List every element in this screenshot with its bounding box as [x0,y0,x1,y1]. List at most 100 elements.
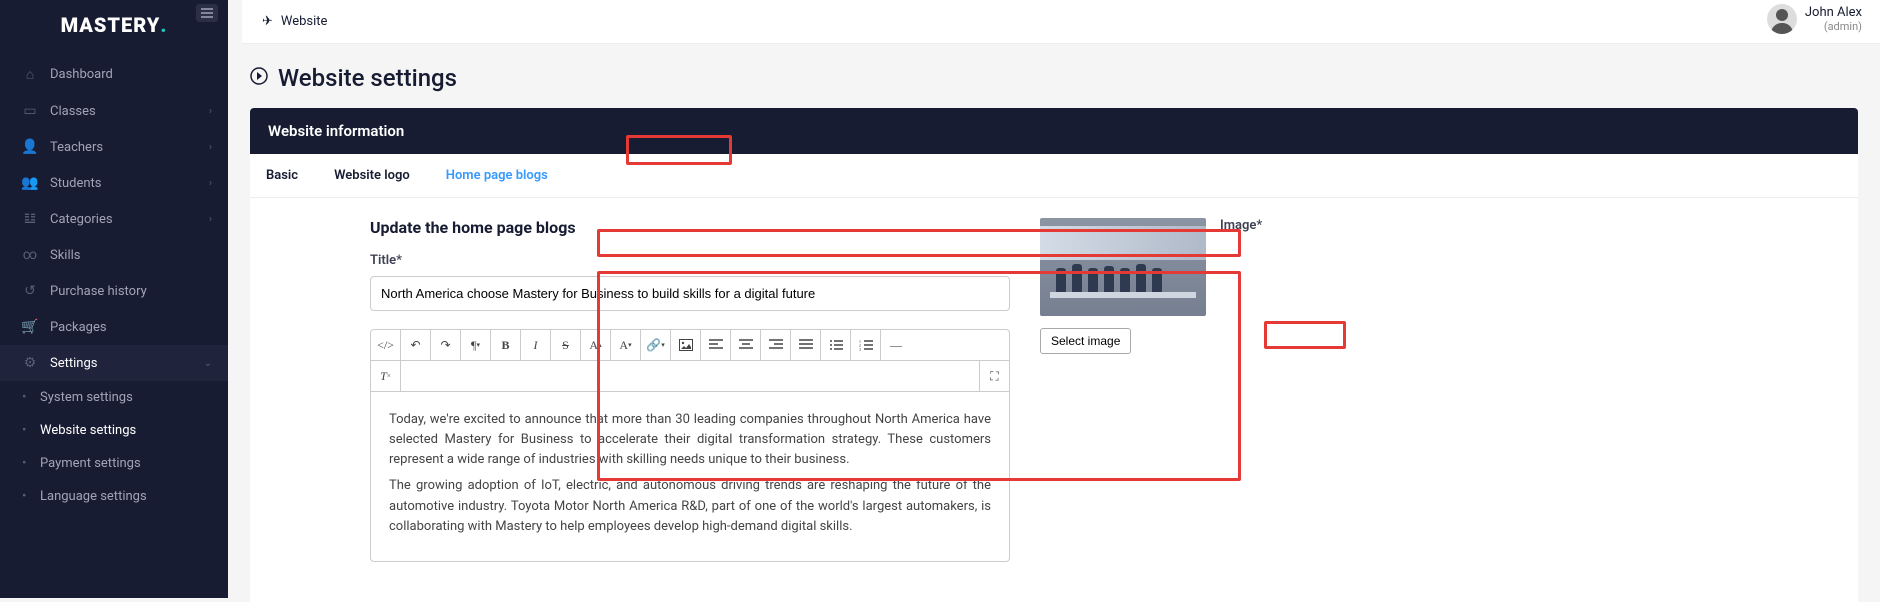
main: ✈ Website John Alex (admin) Website sett… [228,0,1880,602]
title-label: Title* [370,253,1010,268]
tool-redo[interactable]: ↷ [431,330,461,360]
form-heading: Update the home page blogs [370,218,1010,237]
topbar: ✈ Website John Alex (admin) [242,0,1880,44]
tool-font-up[interactable]: A▴ [581,330,611,360]
tab-label: Home page blogs [446,168,548,183]
tool-align-left[interactable] [701,330,731,360]
editor-body[interactable]: Today, we're excited to announce that mo… [371,392,1009,561]
title-input[interactable] [370,276,1010,311]
editor-paragraph: The growing adoption of IoT, electric, a… [389,476,991,536]
tool-font-down[interactable]: A▾ [611,330,641,360]
tabs: Basic Website logo Home page blogs [250,154,1858,198]
cloud-icon: ∞ [18,247,42,263]
select-image-button[interactable]: Select image [1040,328,1131,354]
nav: ⌂ Dashboard ▭ Classes › 👤 Teachers › 👥 S… [0,50,228,513]
editor-toolbar-2: T× ⛶ [371,361,1009,392]
editor-paragraph: Today, we're excited to announce that mo… [389,410,991,470]
avatar [1767,4,1797,34]
select-image-label: Select image [1051,334,1120,348]
panel: Update the home page blogs Title* </> ↶ … [250,198,1858,602]
sidebar-item-skills[interactable]: ∞ Skills [0,237,228,273]
sidebar-item-label: Settings [50,356,97,371]
cart-icon: 🛒 [18,319,42,335]
breadcrumb: ✈ Website [262,14,327,29]
logo: MASTERY. [0,0,228,50]
sidebar-item-label: Skills [50,248,81,263]
card-header: Website information [250,108,1858,154]
rich-text-editor: </> ↶ ↷ ¶▾ B I S A▴ A▾ 🔗▾ [370,329,1010,562]
tab-home-page-blogs[interactable]: Home page blogs [440,154,554,197]
board-icon: ▭ [18,103,42,119]
user-role: (admin) [1805,20,1862,33]
tool-align-justify[interactable] [791,330,821,360]
sidebar-item-label: Classes [50,104,96,119]
tool-italic[interactable]: I [521,330,551,360]
circle-arrow-icon [250,67,268,89]
sidebar-sub-label: Website settings [40,423,136,438]
sidebar-item-teachers[interactable]: 👤 Teachers › [0,129,228,165]
image-label: Image* [1220,218,1262,233]
tab-website-logo[interactable]: Website logo [328,154,416,197]
user-icon: 👤 [18,139,42,155]
chevron-right-icon: › [209,214,212,225]
tool-code[interactable]: </> [371,330,401,360]
tool-paragraph[interactable]: ¶▾ [461,330,491,360]
sidebar-item-students[interactable]: 👥 Students › [0,165,228,201]
user-menu[interactable]: John Alex (admin) [1767,4,1862,34]
sidebar-item-dashboard[interactable]: ⌂ Dashboard [0,56,228,93]
tool-clear-format[interactable]: T× [371,361,401,391]
sidebar-sub-label: Language settings [40,489,147,504]
sidebar-item-label: Packages [50,320,107,335]
content: Website settings Website information Bas… [228,50,1880,602]
tab-label: Website logo [334,168,410,183]
sidebar-item-label: Purchase history [50,284,147,299]
sidebar-item-purchase-history[interactable]: ↺ Purchase history [0,273,228,309]
users-icon: 👥 [18,175,42,191]
chevron-right-icon: › [209,178,212,189]
tool-strike[interactable]: S [551,330,581,360]
tool-list-ol[interactable]: 123 [851,330,881,360]
tool-list-ul[interactable] [821,330,851,360]
tool-fullscreen[interactable]: ⛶ [979,361,1009,391]
sidebar-sub-website-settings[interactable]: Website settings [0,414,228,447]
sidebar-sub-language-settings[interactable]: Language settings [0,480,228,513]
page-title: Website settings [278,64,457,92]
tool-hr[interactable]: — [881,330,911,360]
sidebar-item-label: Dashboard [50,67,113,82]
sidebar-item-label: Students [50,176,102,191]
sidebar-item-categories[interactable]: 𝌭 Categories › [0,201,228,237]
tool-align-right[interactable] [761,330,791,360]
svg-text:3: 3 [859,347,861,352]
image-preview [1040,218,1206,316]
tool-bold[interactable]: B [491,330,521,360]
sidebar-sub-payment-settings[interactable]: Payment settings [0,447,228,480]
breadcrumb-text: Website [281,14,328,29]
sidebar: MASTERY. ⌂ Dashboard ▭ Classes › 👤 Teach… [0,0,228,598]
chevron-right-icon: › [209,106,212,117]
editor-toolbar: </> ↶ ↷ ¶▾ B I S A▴ A▾ 🔗▾ [371,330,1009,361]
logo-dot: . [160,13,167,37]
sidebar-sub-label: Payment settings [40,456,141,471]
tool-image[interactable] [671,330,701,360]
tab-basic[interactable]: Basic [260,154,304,197]
tool-align-center[interactable] [731,330,761,360]
tool-undo[interactable]: ↶ [401,330,431,360]
history-icon: ↺ [18,283,42,299]
gear-icon: ⚙ [18,355,42,371]
tool-link[interactable]: 🔗▾ [641,330,671,360]
sidebar-toggle[interactable] [196,4,218,22]
sidebar-item-settings[interactable]: ⚙ Settings ⌄ [0,345,228,381]
sidebar-item-packages[interactable]: 🛒 Packages [0,309,228,345]
paper-plane-icon: ✈ [262,14,273,29]
page-title-row: Website settings [250,64,1858,92]
sidebar-item-classes[interactable]: ▭ Classes › [0,93,228,129]
logo-text: MASTERY [61,13,161,37]
branch-icon: 𝌭 [18,211,42,227]
tab-label: Basic [266,168,298,183]
sidebar-item-label: Teachers [50,140,103,155]
sidebar-item-label: Categories [50,212,113,227]
sidebar-sub-system-settings[interactable]: System settings [0,381,228,414]
chevron-right-icon: › [209,142,212,153]
sidebar-sub-label: System settings [40,390,133,405]
user-name: John Alex [1805,5,1862,21]
